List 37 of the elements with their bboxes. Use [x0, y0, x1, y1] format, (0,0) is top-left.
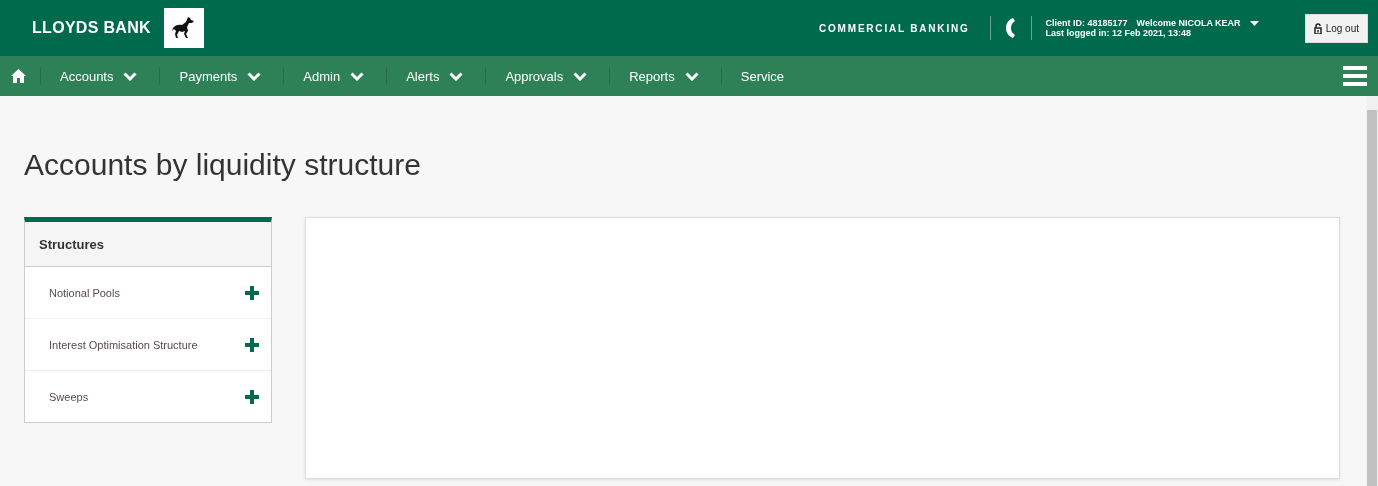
chevron-down-icon	[350, 71, 365, 81]
chevron-down-icon	[684, 71, 699, 81]
user-menu[interactable]: Welcome NICOLA KEAR	[1136, 18, 1259, 28]
plus-icon[interactable]	[245, 337, 259, 352]
home-icon[interactable]	[11, 69, 26, 83]
nav-item[interactable]: Admin	[303, 68, 365, 84]
structure-row[interactable]: Notional Pools	[25, 267, 271, 319]
nav-item[interactable]: Payments	[179, 68, 262, 84]
scrollbar[interactable]	[1366, 96, 1378, 486]
chevron-down-icon	[123, 71, 138, 81]
division-label: COMMERCIAL BANKING	[819, 22, 970, 34]
padlock-icon	[1313, 22, 1322, 34]
phone-icon[interactable]	[1004, 17, 1017, 39]
page-title: Accounts by liquidity structure	[24, 148, 422, 183]
menu-icon[interactable]	[1343, 66, 1367, 86]
plus-icon[interactable]	[245, 285, 259, 300]
nav-item[interactable]: Accounts	[60, 68, 138, 84]
logout-button[interactable]: Log out	[1304, 13, 1368, 43]
structure-row[interactable]: Interest Optimisation Structure	[25, 319, 271, 371]
brand-name: LLOYDS BANK	[32, 19, 151, 37]
panel-title: Structures	[25, 222, 271, 267]
chevron-down-icon	[573, 71, 588, 81]
structure-label: Sweeps	[49, 390, 89, 403]
last-login: Last logged in: 12 Feb 2021, 13:48	[1045, 28, 1193, 38]
client-id: Client ID: 48185177	[1045, 18, 1128, 28]
chevron-down-icon	[247, 71, 262, 81]
scrollbar-thumb[interactable]	[1367, 110, 1377, 486]
nav-item[interactable]: Reports	[629, 68, 699, 84]
structure-label: Interest Optimisation Structure	[49, 338, 198, 351]
plus-icon[interactable]	[245, 389, 259, 404]
nav-item[interactable]: Alerts	[406, 68, 464, 84]
structure-label: Notional Pools	[49, 286, 120, 299]
caret-icon	[1249, 20, 1259, 26]
structure-row[interactable]: Sweeps	[25, 371, 271, 422]
chevron-down-icon	[449, 71, 464, 81]
nav-item[interactable]: Service	[740, 68, 785, 84]
nav-item[interactable]: Approvals	[505, 68, 588, 84]
